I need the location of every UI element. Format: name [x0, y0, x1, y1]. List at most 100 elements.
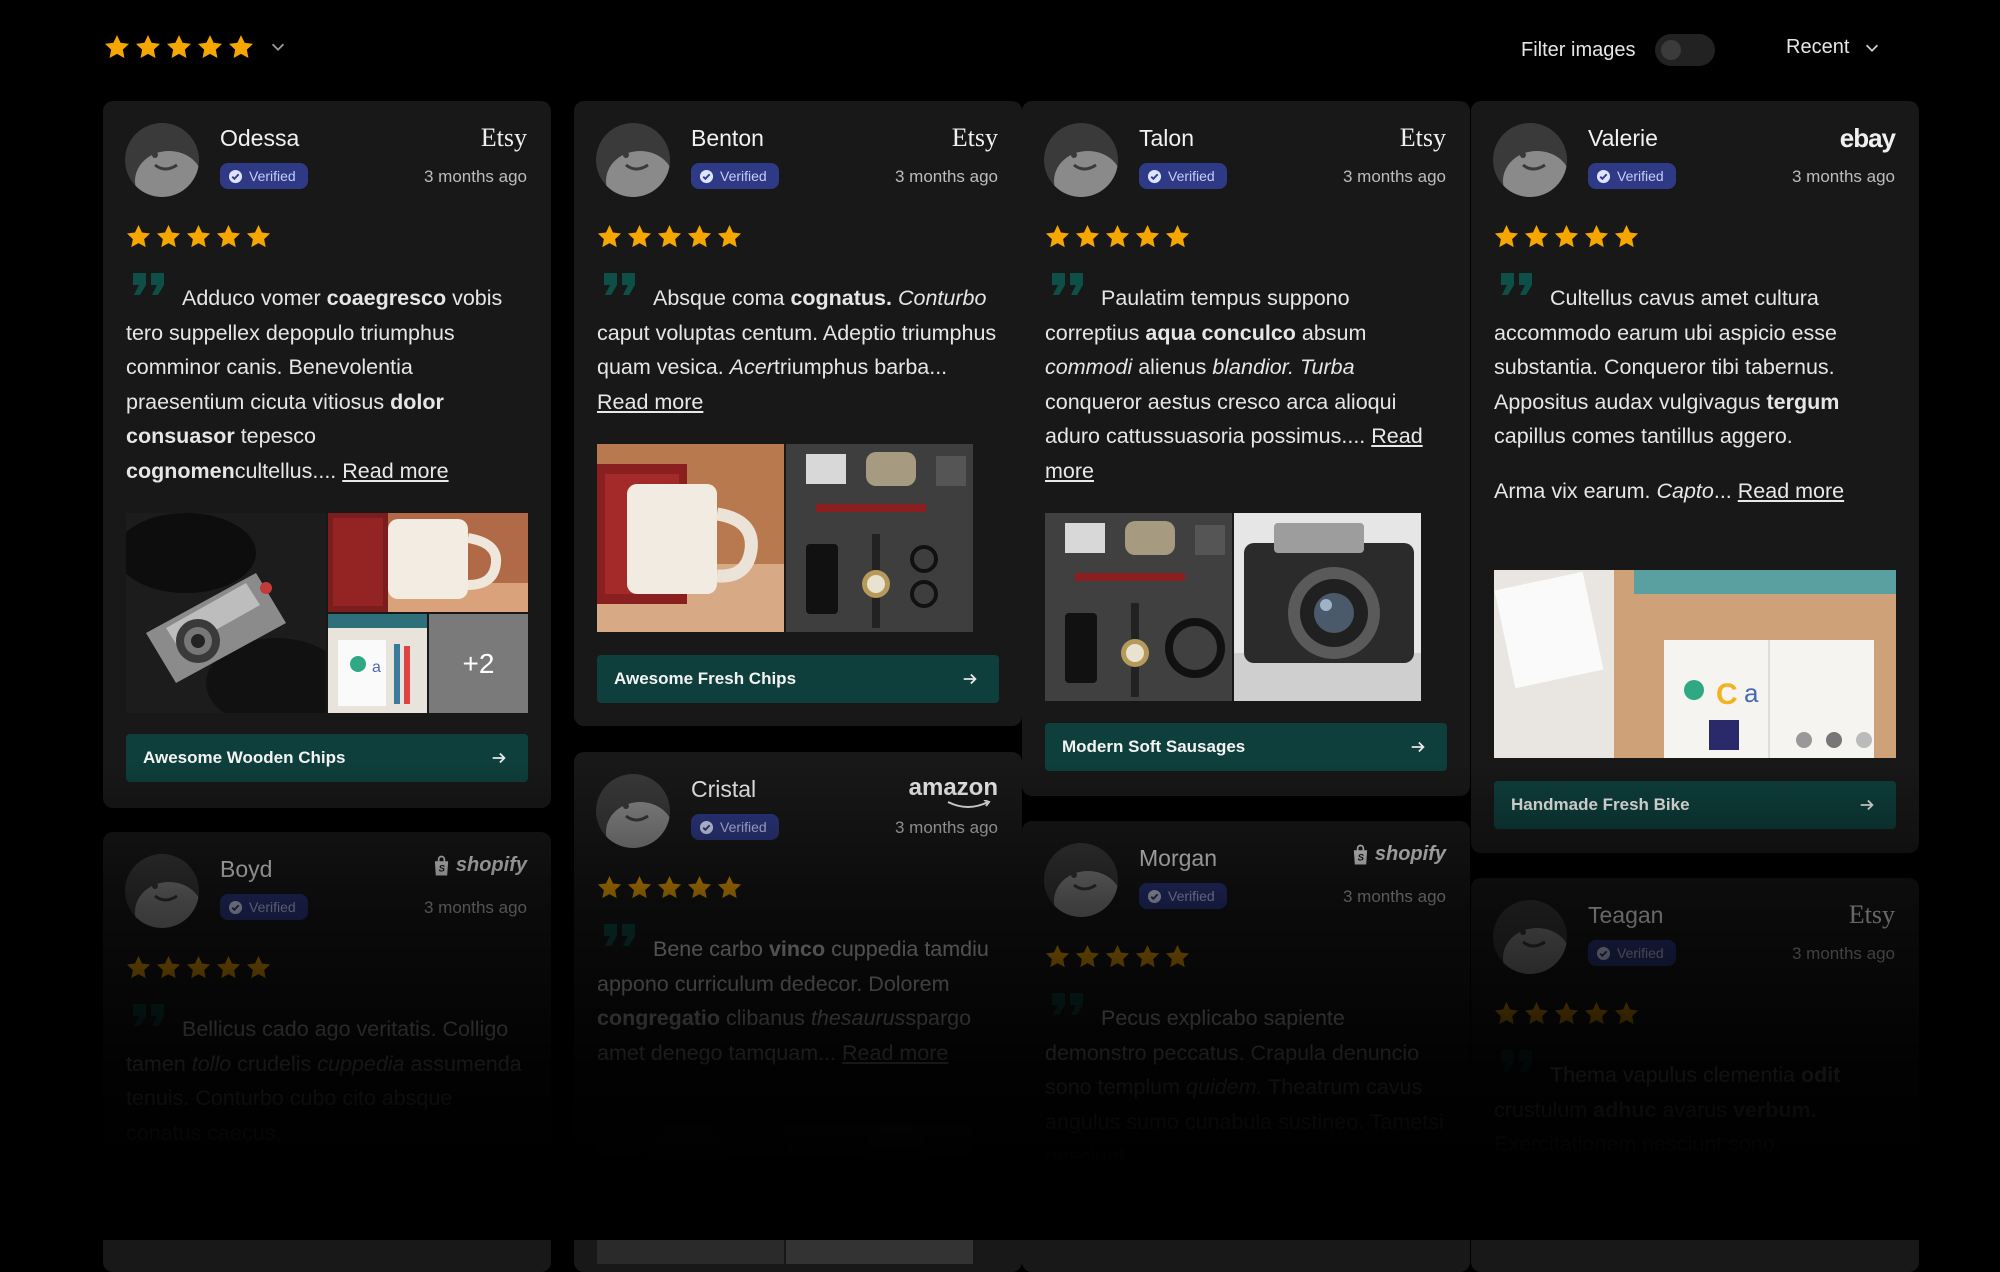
review-stars	[125, 223, 272, 250]
review-photo-gadgets[interactable]	[786, 444, 973, 632]
svg-text:S: S	[439, 863, 446, 874]
review-photo-mug[interactable]	[328, 513, 528, 612]
star-icon	[246, 956, 271, 979]
rating-filter-stars	[103, 33, 255, 61]
sort-dropdown[interactable]: Recent	[1786, 36, 1881, 59]
star-icon	[657, 876, 682, 899]
verified-label: Verified	[1168, 168, 1215, 184]
more-photos-tile[interactable]: +2	[429, 614, 528, 713]
verified-label: Verified	[1617, 945, 1664, 961]
source-etsy-logo: Etsy	[1848, 900, 1895, 929]
reviewer-name: Odessa	[220, 125, 300, 151]
source-shopify-logo: Sshopify	[432, 854, 527, 877]
product-name: Modern Soft Sausages	[1062, 737, 1246, 756]
star-icon	[1584, 225, 1609, 248]
star-icon	[597, 876, 622, 899]
reviewer-name: Benton	[691, 125, 764, 151]
review-photos	[597, 1124, 999, 1264]
review-stars	[596, 223, 743, 250]
reviewer-name: Cristal	[691, 776, 757, 802]
product-link-button[interactable]: Awesome Wooden Chips	[126, 734, 528, 782]
star-icon	[1584, 1002, 1609, 1025]
reviewer-name: Boyd	[220, 856, 273, 882]
verified-label: Verified	[720, 168, 767, 184]
check-circle-icon	[1596, 169, 1611, 183]
review-text: Paulatim tempus suppono correptius aqua …	[1045, 286, 1423, 483]
star-icon	[1165, 945, 1190, 968]
source-etsy-logo: Etsy	[951, 123, 998, 152]
arrow-right-icon	[1860, 799, 1874, 811]
shopping-bag-icon: S	[434, 855, 449, 875]
star-icon	[1614, 225, 1639, 248]
star-icon	[1494, 225, 1519, 248]
toolbar: Filter images Recent	[0, 0, 2000, 100]
review-text: Cultellus cavus amet cultura accommodo e…	[1494, 286, 1840, 448]
star-icon	[156, 956, 181, 979]
review-time: 3 months ago	[894, 818, 998, 837]
review-card: Boyd Verified Sshopify 3 months ago Bell…	[103, 832, 551, 1272]
read-more-link[interactable]: Read more	[842, 1041, 948, 1065]
star-icon	[216, 956, 241, 979]
check-circle-icon	[1147, 169, 1162, 183]
review-photo-camera[interactable]	[1234, 513, 1421, 701]
star-icon	[1105, 945, 1130, 968]
review-text: Adduco vomer coaegresco vobis tero suppe…	[126, 286, 503, 483]
star-icon	[186, 956, 211, 979]
avatar	[125, 123, 199, 197]
review-photo-camera[interactable]	[597, 1124, 784, 1264]
product-link-button[interactable]: Modern Soft Sausages	[1045, 723, 1447, 771]
product-link-button[interactable]: Awesome Fresh Chips	[597, 655, 999, 703]
review-photo-camera[interactable]	[786, 1124, 973, 1264]
star-icon	[126, 225, 151, 248]
review-stars	[1493, 1000, 1640, 1027]
verified-badge: Verified	[1139, 883, 1227, 909]
review-photos	[1045, 513, 1447, 701]
reviewer-name: Talon	[1139, 125, 1194, 151]
avatar	[125, 854, 199, 928]
review-text: Bellicus cado ago veritatis. Colligo tam…	[126, 1017, 522, 1145]
review-photo-notebook[interactable]: a	[328, 614, 427, 713]
review-photo-desk[interactable]: Ca	[1494, 570, 1896, 758]
star-icon	[1135, 945, 1160, 968]
avatar	[1493, 123, 1567, 197]
read-more-link[interactable]: Read more	[597, 390, 703, 414]
check-circle-icon	[228, 900, 243, 914]
rating-filter-dropdown[interactable]	[103, 33, 287, 61]
review-photo-mug[interactable]	[597, 444, 784, 632]
verified-label: Verified	[249, 899, 296, 915]
verified-badge: Verified	[691, 163, 779, 189]
review-photo-gadgets[interactable]	[1045, 513, 1232, 701]
svg-text:C: C	[1716, 678, 1738, 711]
product-link-button[interactable]: Handmade Fresh Bike	[1494, 781, 1896, 829]
review-photo-camera[interactable]	[126, 513, 326, 713]
verified-label: Verified	[1168, 888, 1215, 904]
review-text-continued: Arma vix earum. Capto... Read more	[1494, 479, 1845, 503]
source-ebay-logo: ebay	[1839, 123, 1896, 153]
avatar	[1044, 843, 1118, 917]
read-more-link[interactable]: Read more	[342, 459, 448, 483]
arrow-right-icon	[963, 673, 977, 685]
read-more-link[interactable]: Read more	[1738, 479, 1844, 503]
star-icon	[717, 225, 742, 248]
product-name: Awesome Wooden Chips	[143, 748, 346, 767]
filter-images-toggle[interactable]	[1655, 34, 1716, 66]
star-icon	[228, 35, 254, 58]
review-time: 3 months ago	[894, 167, 998, 186]
review-stars	[125, 954, 272, 981]
review-text: Thema vapulus clementia odit crustulum a…	[1494, 1063, 1841, 1156]
star-icon	[1524, 225, 1549, 248]
star-icon	[627, 225, 652, 248]
review-time: 3 months ago	[1791, 944, 1895, 963]
star-icon	[1075, 225, 1100, 248]
review-time: 3 months ago	[1791, 167, 1895, 186]
star-icon	[246, 225, 271, 248]
verified-badge: Verified	[691, 814, 779, 840]
star-icon	[687, 225, 712, 248]
star-icon	[1135, 225, 1160, 248]
reviewer-name: Morgan	[1139, 845, 1217, 871]
review-card: Teagan Verified Etsy 3 months ago Thema …	[1471, 878, 1919, 1272]
arrow-right-icon	[492, 752, 506, 764]
arrow-right-icon	[1411, 741, 1425, 753]
star-icon	[135, 35, 161, 58]
star-icon	[1045, 225, 1070, 248]
